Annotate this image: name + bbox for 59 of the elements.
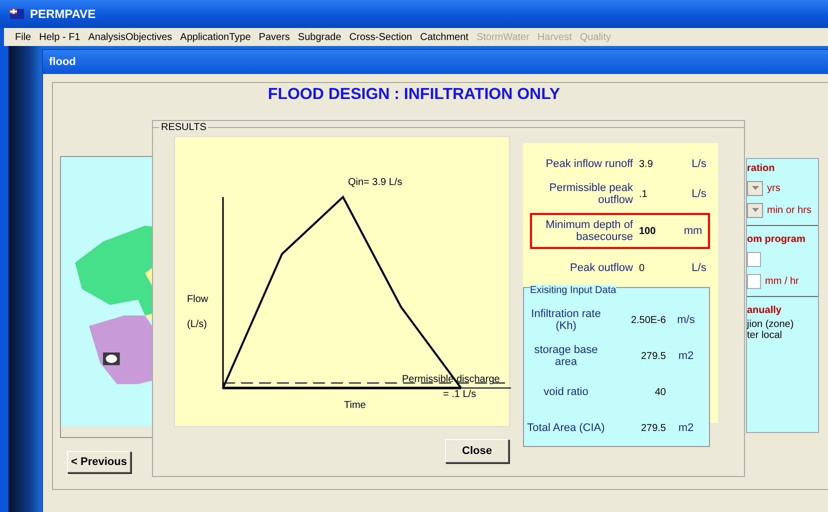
unit-label: m2 <box>677 422 695 434</box>
limit-label: Permissible discharge <box>402 374 500 385</box>
note-text: ter local <box>747 330 784 341</box>
menu-item[interactable]: File <box>12 32 34 42</box>
section-heading: ration <box>747 162 776 176</box>
input-label: Total Area (CIA) <box>526 422 606 434</box>
form-heading: FLOOD DESIGN : INFILTRATION ONLY <box>266 86 562 104</box>
input-field[interactable] <box>747 252 761 266</box>
result-value: 0 <box>639 262 646 274</box>
caret-icon <box>752 208 758 212</box>
unit-label: L/s <box>690 188 708 200</box>
menu-item[interactable]: Help - F1 <box>36 32 84 42</box>
unit-label: min or hrs <box>767 204 812 216</box>
input-value: 279.5 <box>640 422 666 434</box>
flag-icon <box>10 9 24 19</box>
result-value: .1 <box>639 188 648 200</box>
result-label: Permissible peak outflow <box>548 182 634 206</box>
axis-label: (L/s) <box>187 319 207 330</box>
input-field[interactable] <box>747 274 761 288</box>
unit-label: m2 <box>677 350 695 362</box>
result-value: 3.9 <box>639 158 654 170</box>
dropdown[interactable] <box>747 180 763 196</box>
unit-label: m/s <box>676 314 696 326</box>
result-label: Peak inflow runoff <box>544 158 634 170</box>
menu-item[interactable]: Subgrade <box>294 32 344 42</box>
note-text: jion (zone) <box>747 319 795 330</box>
result-value: 100 <box>639 226 657 236</box>
input-label: void ratio <box>542 386 590 398</box>
app-title: PERMPAVE <box>30 7 96 21</box>
group-title: RESULTS <box>159 122 208 133</box>
menu-item[interactable]: ApplicationType <box>177 32 254 42</box>
caret-icon <box>752 186 758 190</box>
menu-item[interactable]: Pavers <box>256 32 293 42</box>
input-value: 279.5 <box>640 350 666 362</box>
unit-label: mm <box>682 225 704 237</box>
peak-label: Qin= 3.9 L/s <box>348 177 402 188</box>
unit-label: mm / hr <box>765 276 799 286</box>
input-label: Infiltration rate (Kh) <box>530 308 602 332</box>
input-label: storage base area <box>533 344 599 368</box>
unit-label: L/s <box>690 262 708 274</box>
unit-label: yrs <box>767 182 780 194</box>
input-value: 2.50E-6 <box>630 314 666 326</box>
result-label: Peak outflow <box>569 262 634 274</box>
menu-item[interactable]: AnalysisObjectives <box>85 32 176 42</box>
result-label: Minimum depth of basecourse <box>544 219 634 243</box>
section-heading: om program <box>747 233 806 247</box>
limit-label: = .1 L/s <box>443 389 476 400</box>
axis-label: Time <box>344 400 366 411</box>
window-title: flood <box>49 56 76 68</box>
group-title: Exisiting Input Data <box>530 285 616 296</box>
dropdown[interactable] <box>747 202 763 218</box>
menu-item[interactable]: Catchment <box>417 32 472 42</box>
section-heading: anually <box>747 304 782 318</box>
axis-label: Flow <box>187 294 208 305</box>
previous-button[interactable]: < Previous <box>67 451 131 473</box>
unit-label: L/s <box>690 158 708 170</box>
menu-item[interactable]: Cross-Section <box>346 32 416 42</box>
input-value: 40 <box>654 386 666 398</box>
close-button[interactable]: Close <box>445 439 509 463</box>
